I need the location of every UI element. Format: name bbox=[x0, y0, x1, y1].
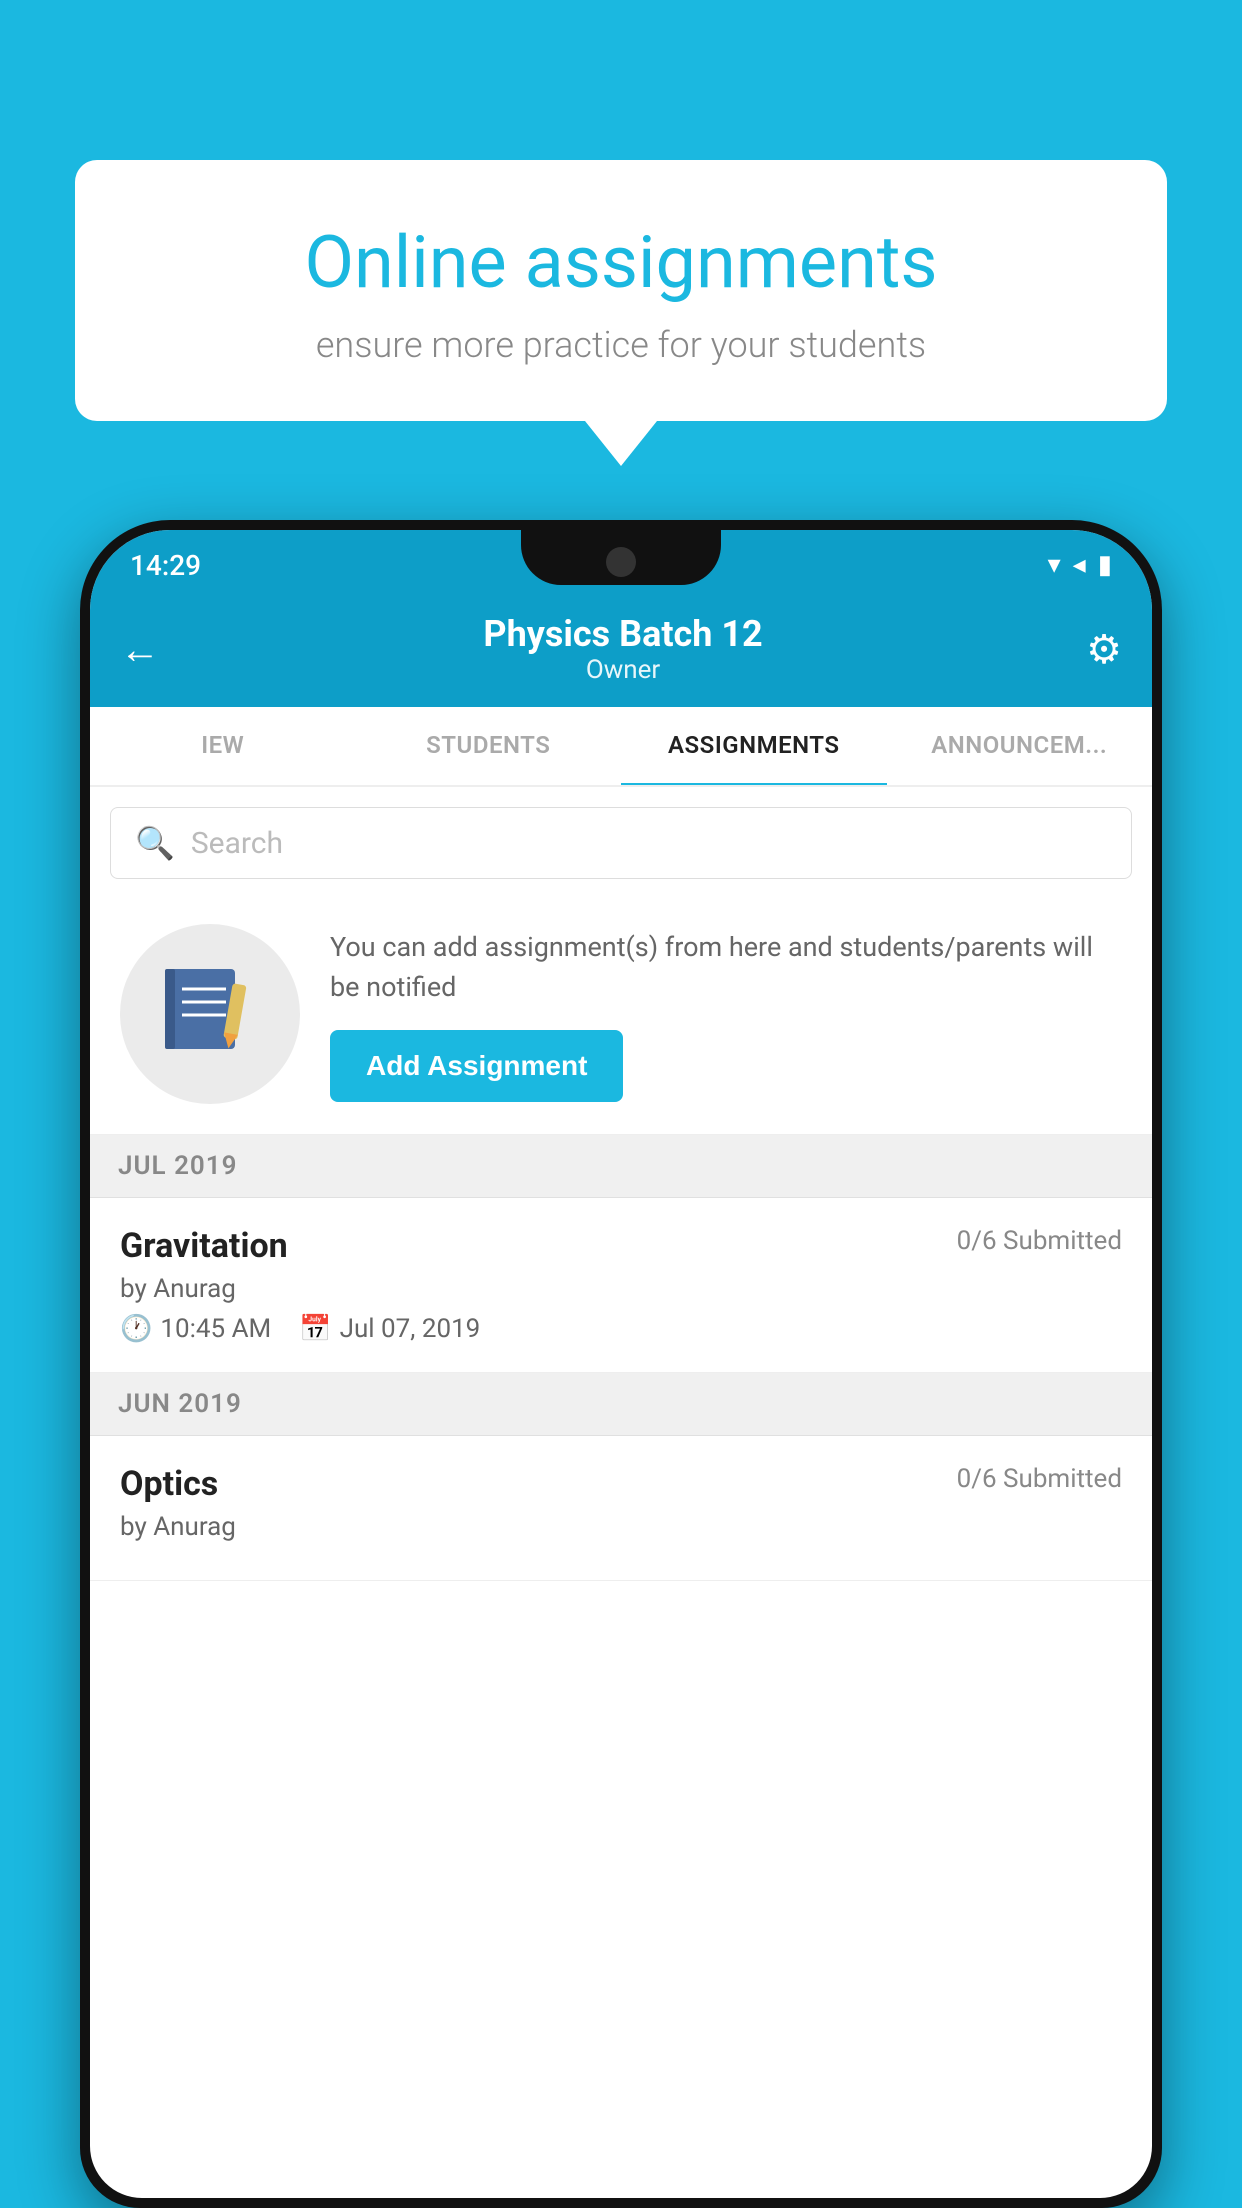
section-jul-2019: JUL 2019 bbox=[90, 1135, 1152, 1198]
battery-icon: ▮ bbox=[1098, 550, 1112, 580]
assignment-by-optics: by Anurag bbox=[120, 1512, 1122, 1542]
assignment-name: Gravitation bbox=[120, 1226, 288, 1266]
speech-bubble-card: Online assignments ensure more practice … bbox=[75, 160, 1167, 421]
status-icons: ▾ ◂ ▮ bbox=[1048, 550, 1112, 580]
assignment-row-top: Gravitation 0/6 Submitted bbox=[120, 1226, 1122, 1266]
header-title: Physics Batch 12 bbox=[483, 613, 762, 655]
promo-description: You can add assignment(s) from here and … bbox=[330, 927, 1122, 1008]
tab-assignments[interactable]: ASSIGNMENTS bbox=[621, 707, 887, 787]
assignment-row-top-optics: Optics 0/6 Submitted bbox=[120, 1464, 1122, 1504]
assignment-meta: 🕐 10:45 AM 📅 Jul 07, 2019 bbox=[120, 1314, 1122, 1344]
assignment-time-value: 10:45 AM bbox=[160, 1314, 271, 1344]
assignment-date: 📅 Jul 07, 2019 bbox=[299, 1314, 480, 1344]
tab-announcements[interactable]: ANNOUNCEM... bbox=[887, 707, 1153, 785]
signal-icon: ◂ bbox=[1073, 550, 1086, 580]
add-assignment-promo: You can add assignment(s) from here and … bbox=[90, 894, 1152, 1135]
assignment-item-gravitation[interactable]: Gravitation 0/6 Submitted by Anurag 🕐 10… bbox=[90, 1198, 1152, 1373]
calendar-icon: 📅 bbox=[299, 1314, 331, 1344]
assignment-submitted-optics: 0/6 Submitted bbox=[957, 1464, 1122, 1494]
status-time: 14:29 bbox=[130, 549, 201, 582]
assignment-name-optics: Optics bbox=[120, 1464, 218, 1504]
promo-icon-circle bbox=[120, 924, 300, 1104]
camera-icon bbox=[606, 547, 636, 577]
header-center: Physics Batch 12 Owner bbox=[483, 613, 762, 685]
tabs-bar: IEW STUDENTS ASSIGNMENTS ANNOUNCEM... bbox=[90, 707, 1152, 787]
search-bar[interactable]: 🔍 Search bbox=[110, 807, 1132, 879]
assignment-date-value: Jul 07, 2019 bbox=[340, 1314, 481, 1344]
notebook-icon bbox=[160, 964, 260, 1064]
promo-right: You can add assignment(s) from here and … bbox=[330, 927, 1122, 1102]
wifi-icon: ▾ bbox=[1048, 550, 1061, 580]
assignment-time: 🕐 10:45 AM bbox=[120, 1314, 271, 1344]
clock-icon: 🕐 bbox=[120, 1314, 152, 1344]
tab-students[interactable]: STUDENTS bbox=[356, 707, 622, 785]
phone-frame: 14:29 ▾ ◂ ▮ ← Physics Batch 12 Owner ⚙ I… bbox=[80, 520, 1162, 2208]
search-container: 🔍 Search bbox=[90, 787, 1152, 894]
search-icon: 🔍 bbox=[135, 824, 175, 862]
header-subtitle: Owner bbox=[483, 655, 762, 685]
assignment-submitted: 0/6 Submitted bbox=[957, 1226, 1122, 1256]
bubble-title: Online assignments bbox=[145, 220, 1097, 306]
add-assignment-button[interactable]: Add Assignment bbox=[330, 1030, 623, 1102]
phone-notch bbox=[521, 530, 721, 585]
section-jun-2019: JUN 2019 bbox=[90, 1373, 1152, 1436]
tab-iew[interactable]: IEW bbox=[90, 707, 356, 785]
settings-icon[interactable]: ⚙ bbox=[1086, 626, 1122, 673]
bubble-subtitle: ensure more practice for your students bbox=[145, 324, 1097, 366]
phone-screen: 14:29 ▾ ◂ ▮ ← Physics Batch 12 Owner ⚙ I… bbox=[90, 530, 1152, 2198]
app-header: ← Physics Batch 12 Owner ⚙ bbox=[90, 595, 1152, 707]
assignment-item-optics[interactable]: Optics 0/6 Submitted by Anurag bbox=[90, 1436, 1152, 1581]
search-placeholder: Search bbox=[191, 826, 283, 861]
back-button[interactable]: ← bbox=[120, 626, 160, 673]
assignment-by: by Anurag bbox=[120, 1274, 1122, 1304]
